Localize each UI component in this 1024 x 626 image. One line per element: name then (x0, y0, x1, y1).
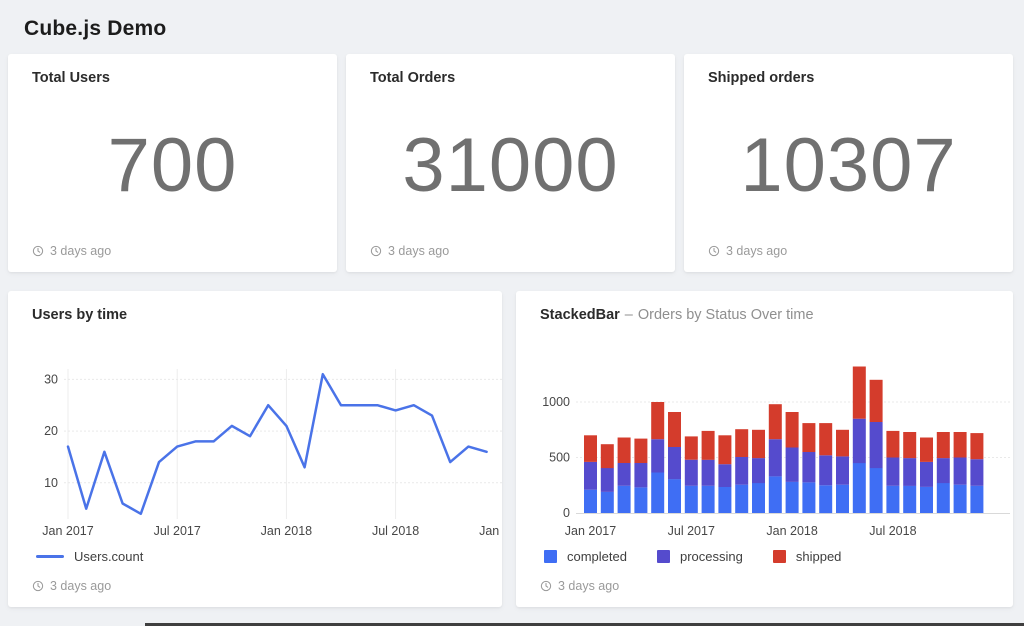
svg-text:30: 30 (44, 372, 58, 386)
page-header: Cube.js Demo (0, 0, 1024, 54)
clock-icon (370, 245, 382, 257)
svg-text:20: 20 (44, 424, 58, 438)
svg-text:0: 0 (563, 506, 570, 520)
users-by-time-card: Users by time Jan 2017 Jul 2017 Jan 2018 Ju… (8, 291, 502, 607)
svg-text:Jul 2017: Jul 2017 (154, 524, 201, 538)
chart-title: Users by time (32, 307, 127, 323)
updated-text: 3 days ago (50, 244, 111, 258)
bar-chart-svg: 0 500 1000 Jan 2017 Jul 2017 Jan 2018 Jul 2018 (540, 363, 1010, 539)
svg-text:10: 10 (44, 476, 58, 490)
svg-text:Jan 2018: Jan 2018 (261, 524, 312, 538)
svg-text:Jul 2018: Jul 2018 (869, 524, 916, 538)
kpi-value: 10307 (740, 122, 956, 209)
legend-label: completed (567, 549, 627, 564)
svg-text:500: 500 (549, 451, 570, 465)
svg-text:Jan 2017: Jan 2017 (42, 524, 93, 538)
legend-line-swatch (36, 555, 64, 558)
kpi-value: 700 (108, 122, 238, 209)
legend-item-users-count[interactable]: Users.count (36, 549, 143, 564)
updated-text: 3 days ago (558, 579, 619, 593)
clock-icon (32, 580, 44, 592)
updated-text: 3 days ago (726, 244, 787, 258)
legend-swatch-processing (657, 550, 670, 563)
svg-text:Jul 2017: Jul 2017 (668, 524, 715, 538)
updated-text: 3 days ago (50, 579, 111, 593)
kpi-title: Total Orders (370, 70, 455, 86)
updated-text: 3 days ago (388, 244, 449, 258)
kpi-updated: 3 days ago (8, 244, 337, 272)
legend-item-completed[interactable]: completed (544, 549, 627, 564)
chart-updated: 3 days ago (516, 579, 1013, 607)
clock-icon (540, 580, 552, 592)
clock-icon (32, 245, 44, 257)
legend-swatch-completed (544, 550, 557, 563)
chart-title-separator: – (625, 307, 633, 323)
legend-swatch-shipped (773, 550, 786, 563)
kpi-card-shipped-orders: Shipped orders 10307 3 days ago (684, 54, 1013, 272)
page-title: Cube.js Demo (24, 17, 1000, 41)
kpi-card-total-users: Total Users 700 3 days ago (8, 54, 337, 272)
orders-by-status-chart: 0 500 1000 Jan 2017 Jul 2017 Jan 2018 Jul 2018 (540, 363, 1013, 539)
chart-updated: 3 days ago (8, 579, 502, 607)
svg-text:Jan 2018: Jan 2018 (766, 524, 817, 538)
kpi-title: Total Users (32, 70, 110, 86)
svg-text:1000: 1000 (542, 395, 570, 409)
svg-text:Jan 2019: Jan 2019 (479, 524, 502, 538)
kpi-row: Total Users 700 3 days ago Total Orders … (0, 54, 1024, 272)
kpi-updated: 3 days ago (346, 244, 675, 272)
svg-text:Jan 2017: Jan 2017 (565, 524, 616, 538)
users-by-time-chart: Jan 2017 Jul 2017 Jan 2018 Jul 2018 Jan 2019… (32, 363, 502, 539)
kpi-updated: 3 days ago (684, 244, 1013, 272)
legend-item-shipped[interactable]: shipped (773, 549, 842, 564)
svg-text:Jul 2018: Jul 2018 (372, 524, 419, 538)
kpi-card-total-orders: Total Orders 31000 3 days ago (346, 54, 675, 272)
legend-label: shipped (796, 549, 842, 564)
legend-label: Users.count (74, 549, 143, 564)
chart-title-rest: Orders by Status Over time (638, 307, 814, 323)
chart-title-bold: StackedBar (540, 307, 620, 323)
line-chart-svg: Jan 2017 Jul 2017 Jan 2018 Jul 2018 Jan 2019… (32, 363, 502, 539)
line-chart-legend: Users.count (36, 546, 502, 566)
bar-chart-legend: completed processing shipped (544, 546, 1013, 566)
legend-item-processing[interactable]: processing (657, 549, 743, 564)
kpi-title: Shipped orders (708, 70, 814, 86)
stacked-bar-card: StackedBar–Orders by Status Over time 0 5… (516, 291, 1013, 607)
kpi-value: 31000 (402, 122, 618, 209)
legend-label: processing (680, 549, 743, 564)
chart-row: Users by time Jan 2017 Jul 2017 Jan 2018 Ju… (0, 272, 1024, 607)
clock-icon (708, 245, 720, 257)
